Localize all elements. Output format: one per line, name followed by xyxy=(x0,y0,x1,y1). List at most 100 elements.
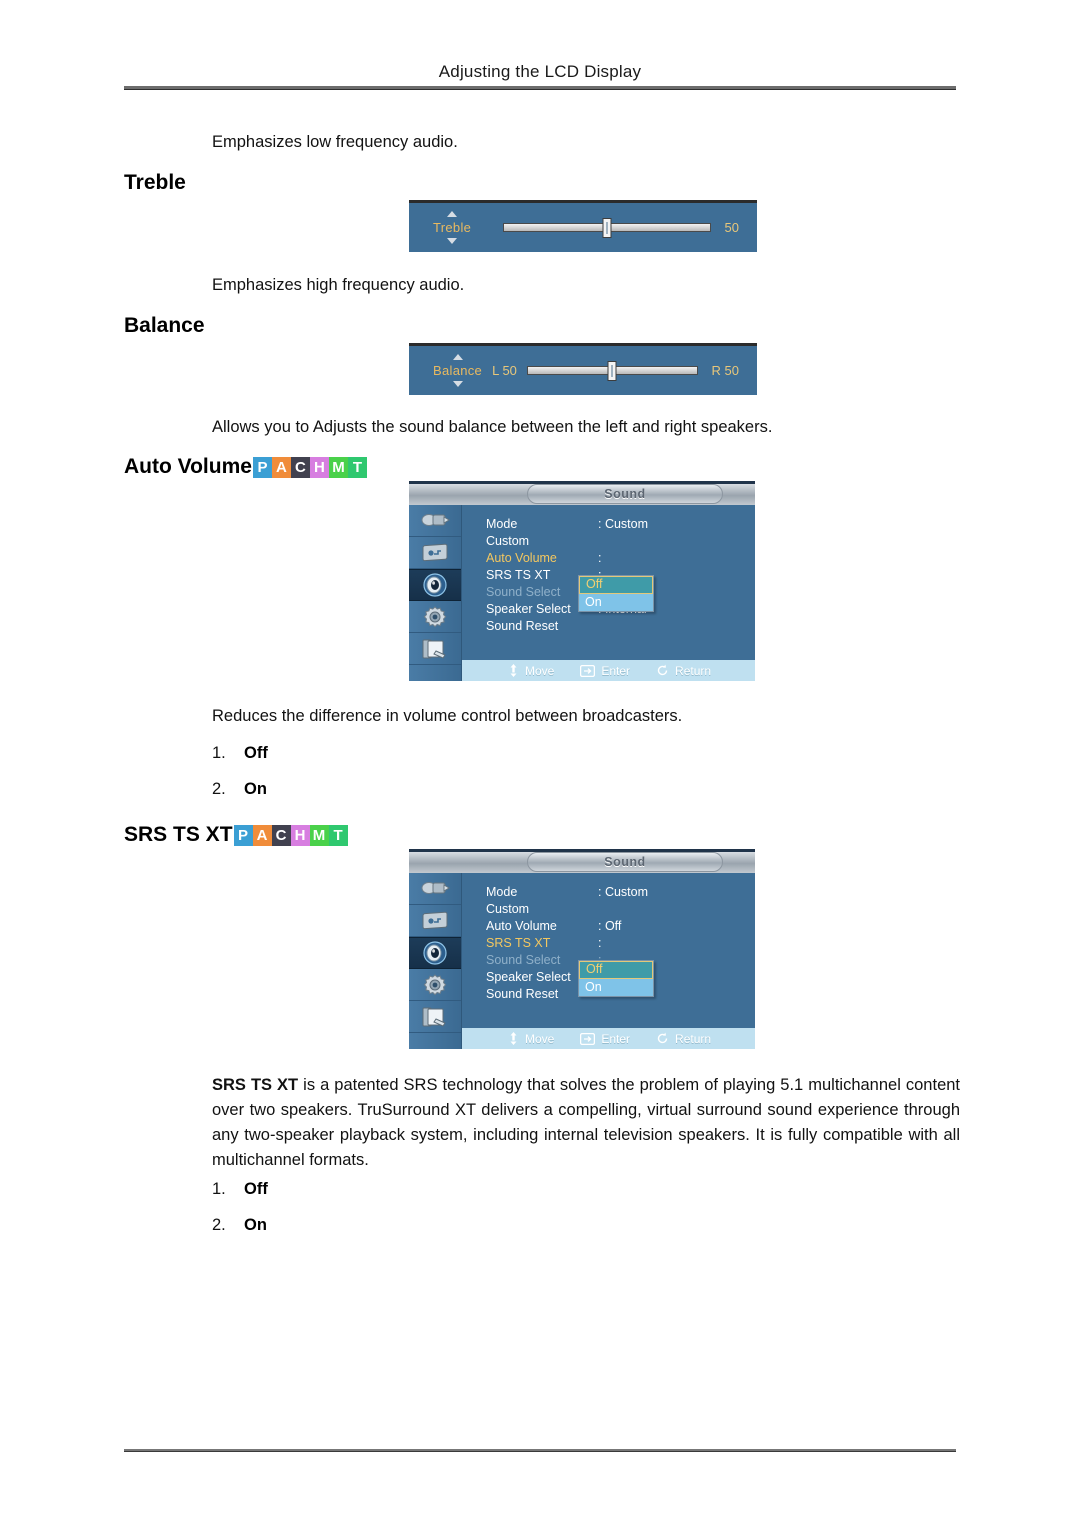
return-icon xyxy=(656,1032,669,1045)
pachmt-badges: PACHMT xyxy=(252,456,367,478)
bass-description: Emphasizes low frequency audio. xyxy=(212,133,458,151)
osd-sidebar-setup-gear-icon[interactable] xyxy=(409,601,461,633)
balance-slider-handle[interactable] xyxy=(607,361,617,381)
osd-footer-label: Enter xyxy=(601,663,631,678)
osd-sidebar-sound-speaker-icon[interactable] xyxy=(409,569,461,601)
osd-menu-row[interactable]: SRS TS XT: xyxy=(486,935,755,951)
osd-title-text: Sound xyxy=(604,855,646,869)
osd-footer-move[interactable]: Move xyxy=(508,664,554,678)
osd-row-label: Custom xyxy=(486,902,530,916)
osd-menu-row[interactable]: Auto Volume: xyxy=(486,550,755,566)
osd-footer-move[interactable]: Move xyxy=(508,1032,554,1046)
badge-t-icon: T xyxy=(347,456,367,478)
osd-row-value: : xyxy=(598,551,602,565)
osd-menu-row[interactable]: Auto Volume : Off xyxy=(486,918,755,934)
list-item: 1. Off xyxy=(212,744,268,763)
srs-option-list: 1. Off 2. On xyxy=(212,1180,268,1252)
osd-row-label: SRS TS XT xyxy=(486,936,551,950)
move-updown-icon xyxy=(508,1032,519,1045)
osd-dropdown-item[interactable]: Off xyxy=(579,961,653,979)
osd-sidebar-picture-icon[interactable] xyxy=(409,537,461,569)
move-updown-icon xyxy=(508,664,519,677)
heading-auto-volume-text: Auto Volume xyxy=(124,455,252,478)
list-item-label: On xyxy=(244,780,267,798)
osd-row-label: Auto Volume xyxy=(486,919,557,933)
triangle-up-icon[interactable] xyxy=(452,354,463,360)
srs-description-paragraph: SRS TS XT is a patented SRS technology t… xyxy=(212,1073,960,1173)
balance-right-value: R 50 xyxy=(711,363,739,378)
heading-balance-text: Balance xyxy=(124,314,205,337)
treble-slider-track[interactable] xyxy=(503,218,711,238)
badge-p-icon: P xyxy=(252,456,272,478)
triangle-down-icon[interactable] xyxy=(452,381,463,387)
osd-row-value: : Custom xyxy=(598,517,649,531)
treble-description: Emphasizes high frequency audio. xyxy=(212,276,465,294)
list-item-number: 1. xyxy=(212,1180,226,1198)
osd-dropdown-srs[interactable]: Off On xyxy=(578,960,654,997)
osd-titlebar: Sound xyxy=(409,852,755,873)
osd-dropdown-auto-volume[interactable]: Off On xyxy=(578,575,654,612)
osd-footer-label: Return xyxy=(675,663,712,678)
multi-control-icon xyxy=(420,637,450,661)
heading-srs-ts-xt-text: SRS TS XT xyxy=(124,823,233,846)
osd-row-value: : Custom xyxy=(598,885,649,899)
srs-description-bold: SRS TS XT xyxy=(212,1076,299,1094)
osd-sidebar-setup-gear-icon[interactable] xyxy=(409,969,461,1001)
osd-dropdown-item[interactable]: On xyxy=(579,979,653,996)
pachmt-badges: PACHMT xyxy=(233,824,348,846)
osd-sidebar-multi-control-icon[interactable] xyxy=(409,633,461,665)
balance-slider-label: Balance xyxy=(433,363,483,378)
osd-row-value: : Off xyxy=(598,919,622,933)
sound-speaker-icon xyxy=(420,573,450,597)
osd-menu-auto-volume[interactable]: Sound Mode: Custom Custom Auto Volume: SRS … xyxy=(409,481,755,681)
triangle-up-icon[interactable] xyxy=(447,211,458,217)
osd-sidebar-input-source-icon[interactable] xyxy=(409,505,461,537)
header-rule xyxy=(124,86,956,90)
badge-t-icon: T xyxy=(328,824,348,846)
osd-dropdown-item[interactable]: Off xyxy=(579,576,653,594)
osd-footer-label: Enter xyxy=(601,1031,631,1046)
balance-slider-widget[interactable]: Balance L 50 R 50 xyxy=(409,343,757,395)
osd-sidebar-picture-icon[interactable] xyxy=(409,905,461,937)
osd-sidebar[interactable] xyxy=(409,505,462,681)
osd-footer-return[interactable]: Return xyxy=(656,1032,711,1046)
balance-slider-track[interactable] xyxy=(526,361,698,381)
osd-menu-row[interactable]: Sound Reset xyxy=(486,618,755,634)
treble-slider-widget[interactable]: Treble 50 xyxy=(409,200,757,252)
osd-menu-row[interactable]: Mode : Custom xyxy=(486,884,755,900)
osd-menu-row[interactable]: Custom xyxy=(486,901,755,917)
treble-slider-value: 50 xyxy=(724,220,739,235)
osd-body: Mode : Custom Custom Auto Volume : Off SRS TS… xyxy=(409,873,755,1049)
osd-menu-row[interactable]: Mode: Custom xyxy=(486,516,755,532)
treble-slider-label-group: Treble xyxy=(433,211,471,244)
balance-left-value: L 50 xyxy=(492,363,517,378)
osd-sidebar-sound-speaker-icon[interactable] xyxy=(409,937,461,969)
list-item-label: Off xyxy=(244,1180,268,1198)
triangle-down-icon[interactable] xyxy=(447,238,458,244)
osd-dropdown-item[interactable]: On xyxy=(579,594,653,611)
balance-description: Allows you to Adjusts the sound balance … xyxy=(212,418,773,436)
treble-slider-handle[interactable] xyxy=(602,218,612,238)
osd-footer-label: Move xyxy=(525,1031,555,1046)
osd-footer-enter[interactable]: Enter xyxy=(580,1032,630,1046)
osd-body: Mode: Custom Custom Auto Volume: SRS TS XT:… xyxy=(409,505,755,681)
list-item-label: Off xyxy=(244,744,268,762)
osd-sidebar-multi-control-icon[interactable] xyxy=(409,1001,461,1033)
document-page: Adjusting the LCD Display Emphasizes low… xyxy=(0,0,1080,1527)
osd-rows-container: Mode : Custom Custom Auto Volume : Off SRS TS… xyxy=(462,873,755,1049)
picture-icon xyxy=(420,910,450,932)
osd-sidebar-input-source-icon[interactable] xyxy=(409,873,461,905)
osd-row-label: Mode xyxy=(486,885,518,899)
osd-footer-enter[interactable]: Enter xyxy=(580,664,630,678)
osd-sidebar[interactable] xyxy=(409,873,462,1049)
list-item-number: 2. xyxy=(212,780,226,798)
badge-c-icon: C xyxy=(271,824,291,846)
osd-menu-srs-ts-xt[interactable]: Sound Mode : Custom Custom Auto Volume : Off… xyxy=(409,849,755,1049)
osd-footer-return[interactable]: Return xyxy=(656,664,711,678)
auto-volume-option-list: 1. Off 2. On xyxy=(212,744,268,816)
osd-title-pill: Sound xyxy=(527,484,723,504)
heading-treble: Treble xyxy=(124,171,186,195)
list-item-number: 2. xyxy=(212,1216,226,1234)
page-running-header: Adjusting the LCD Display xyxy=(438,62,642,81)
osd-menu-row[interactable]: Custom xyxy=(486,533,755,549)
